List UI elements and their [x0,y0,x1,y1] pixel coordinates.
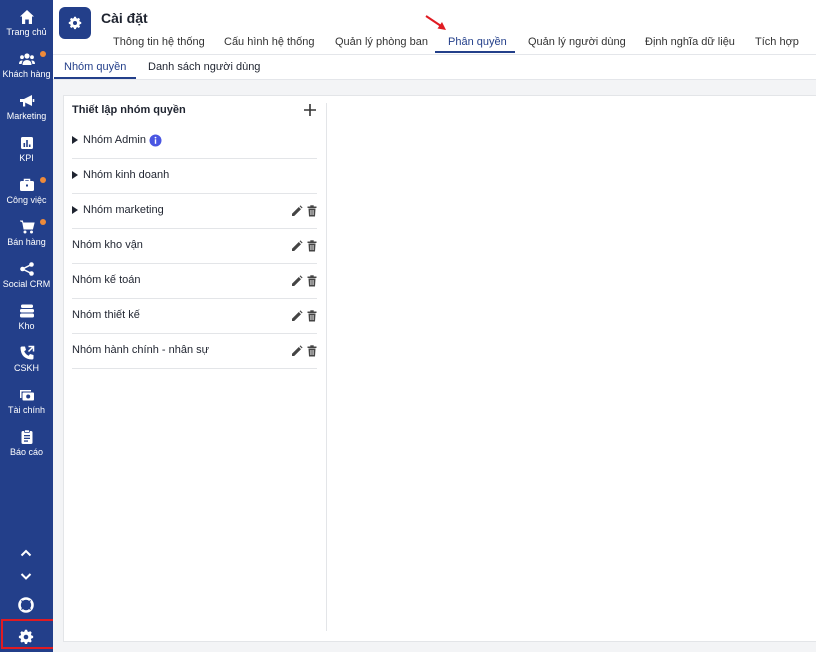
gear-icon [68,16,82,30]
group-label: Nhóm thiết kế [72,309,140,321]
chevron-up-icon [20,549,32,557]
sidebar-item-label: KPI [19,153,34,163]
group-label: Nhóm hành chính - nhân sự [72,344,210,356]
edit-icon[interactable] [291,275,303,287]
phone-icon [19,345,35,361]
notification-badge [40,51,46,57]
trash-icon[interactable] [306,240,318,252]
trash-icon[interactable] [306,275,318,287]
list-item-group-accounting[interactable]: Nhóm kế toán [72,264,317,299]
sidebar-item-label: Tài chính [7,405,46,415]
sidebar-item-social-crm[interactable]: Social CRM [0,261,53,301]
tab-system-config[interactable]: Cấu hình hệ thống [224,36,315,48]
tab-data-definition[interactable]: Định nghĩa dữ liệu [645,36,735,48]
sidebar-item-label: CSKH [13,363,39,373]
megaphone-icon [19,93,35,109]
list-item-group-design[interactable]: Nhóm thiết kế [72,299,317,334]
scroll-down-button[interactable] [0,566,53,586]
page-title: Cài đặt [101,10,148,26]
sidebar-item-label: Khách hàng [2,69,51,79]
tab-system-info[interactable]: Thông tin hệ thống [113,36,205,48]
sidebar-item-reports[interactable]: Báo cáo [0,429,53,469]
tab-user-management[interactable]: Quản lý người dùng [528,36,626,48]
group-label: Nhóm Admin [83,134,146,146]
panel-divider [326,103,327,631]
sidebar-item-sales[interactable]: Bán hàng [0,219,53,259]
trash-icon[interactable] [306,310,318,322]
edit-icon[interactable] [291,345,303,357]
active-tab-indicator [435,51,515,53]
sidebar-item-finance[interactable]: Tài chính [0,387,53,427]
subtab-user-list[interactable]: Danh sách người dùng [148,61,260,73]
list-item-group-sales[interactable]: Nhóm kinh doanh [72,159,317,194]
sidebar-item-customers[interactable]: Khách hàng [0,51,53,91]
trash-icon[interactable] [306,205,318,217]
group-label: Nhóm kinh doanh [83,169,170,181]
sidebar-item-customer-care[interactable]: CSKH [0,345,53,385]
trash-icon[interactable] [306,345,318,357]
warehouse-icon [19,303,35,319]
edit-icon[interactable] [291,310,303,322]
sidebar-item-warehouse[interactable]: Kho [0,303,53,343]
subtab-permission-groups[interactable]: Nhóm quyền [64,61,126,73]
section-title: Thiết lập nhóm quyền [72,104,186,116]
settings-highlight-box [1,619,55,649]
clipboard-icon [19,429,35,445]
tab-permissions[interactable]: Phân quyền [448,36,507,48]
edit-icon[interactable] [291,205,303,217]
sidebar-item-label: Kho [18,321,35,331]
edit-icon[interactable] [291,240,303,252]
sidebar: Trang chủ Khách hàng Marketing KPI Công … [0,0,53,652]
tab-department-management[interactable]: Quản lý phòng ban [335,36,428,48]
sidebar-item-label: Marketing [6,111,47,121]
add-group-button[interactable] [302,102,318,118]
cart-icon [19,219,35,235]
home-icon [19,9,35,25]
sidebar-item-label: Bán hàng [7,237,46,247]
sidebar-item-tasks[interactable]: Công việc [0,177,53,217]
tab-integration[interactable]: Tích hợp [755,36,799,48]
sidebar-item-label: Báo cáo [9,447,44,457]
people-icon [19,51,35,67]
info-icon[interactable] [149,134,162,147]
list-item-group-hr-admin[interactable]: Nhóm hành chính - nhân sự [72,334,317,369]
sidebar-item-kpi[interactable]: KPI [0,135,53,175]
app-window: Trang chủ Khách hàng Marketing KPI Công … [0,0,816,652]
notification-badge [40,219,46,225]
notification-badge [40,177,46,183]
bar-chart-icon [19,135,35,151]
support-icon [18,597,34,613]
money-icon [19,387,35,403]
caret-right-icon[interactable] [72,171,78,179]
list-item-group-admin[interactable]: Nhóm Admin [72,124,317,159]
sidebar-item-label: Social CRM [2,279,51,289]
share-icon [19,261,35,277]
list-item-group-logistics[interactable]: Nhóm kho vận [72,229,317,264]
sidebar-item-label: Trang chủ [6,27,47,37]
chevron-down-icon [20,573,32,580]
sidebar-item-label: Công việc [6,195,47,205]
group-label: Nhóm marketing [83,204,164,216]
annotation-arrow-icon [425,15,446,30]
list-item-group-marketing[interactable]: Nhóm marketing [72,194,317,229]
settings-header-icon [59,7,91,39]
caret-right-icon[interactable] [72,136,78,144]
caret-right-icon[interactable] [72,206,78,214]
header-divider [53,54,816,55]
sidebar-item-home[interactable]: Trang chủ [0,9,53,49]
scroll-up-button[interactable] [0,543,53,563]
sidebar-item-marketing[interactable]: Marketing [0,93,53,133]
group-label: Nhóm kho vận [72,239,143,251]
group-label: Nhóm kế toán [72,274,141,286]
support-button[interactable] [0,595,53,615]
briefcase-icon [19,177,35,193]
plus-icon [304,104,316,116]
